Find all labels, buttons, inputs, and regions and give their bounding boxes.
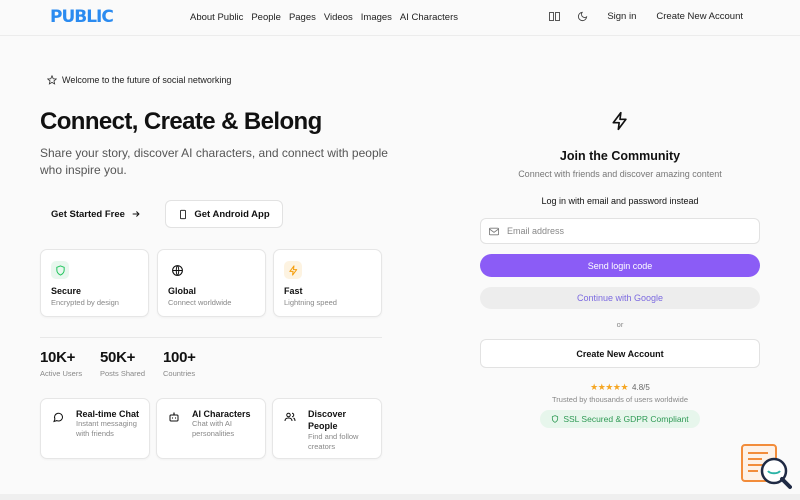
password-login-link[interactable]: Log in with email and password instead [480,196,760,206]
main-nav: About Public People Pages Videos Images … [190,12,458,23]
phone-icon [180,209,187,219]
logo-text: PUBLIC [50,7,114,27]
create-account-button[interactable]: Create New Account [480,339,760,368]
hero-subtitle: Share your story, discover AI characters… [40,146,388,177]
card-ai-characters[interactable]: AI Characters Chat with AI personalities [156,398,266,459]
nav-ai-characters[interactable]: AI Characters [400,12,458,23]
get-android-label: Get Android App [194,208,270,220]
moon-icon[interactable] [575,9,589,23]
feature-title: Secure [51,286,82,296]
rating-stars: ★★★★★ [590,382,629,392]
trusted-text: Trusted by thousands of users worldwide [551,395,689,404]
star-icon [47,75,57,85]
stat-value: 50K+ [100,349,136,366]
feature-card-global: Global Connect worldwide [157,249,266,317]
stat-posts-shared: 50K+ Posts Shared [100,349,145,378]
divider [40,337,382,338]
feature-title: Fast [284,286,303,296]
chat-icon [52,410,64,423]
stat-active-users: 10K+ Active Users [40,349,82,378]
globe-icon [168,261,186,279]
card-desc: Find and follow creators [308,432,359,451]
bolt-icon [284,261,302,279]
feature-desc: Connect worldwide [168,298,232,307]
stat-label: Active Users [40,369,83,378]
create-account-link[interactable]: Create New Account [656,11,743,22]
card-desc: Chat with AI personalities [192,419,235,438]
translate-icon[interactable] [547,9,561,23]
arrow-right-icon [132,211,140,217]
get-started-button[interactable]: Get Started Free [40,200,152,228]
feature-title: Global [168,286,197,296]
join-title: Join the Community [559,149,681,163]
feature-card-secure: Secure Encrypted by design [40,249,149,317]
nav-about-public[interactable]: About Public [190,12,243,23]
public-logo[interactable]: PUBLIC [50,7,114,27]
email-field[interactable] [480,218,760,244]
badge-text: SSL Secured & GDPR Compliant [563,414,689,424]
hero-title: Connect, Create & Belong [40,108,322,135]
top-header: PUBLIC About Public People Pages Videos … [0,0,800,36]
email-input[interactable] [507,226,747,236]
rating: ★★★★★ 4.8/5 [480,382,760,393]
continue-with-google-button[interactable]: Continue with Google [480,287,760,309]
stat-label: Countries [163,369,196,378]
card-realtime-chat[interactable]: Real-time Chat Instant messaging with fr… [40,398,150,459]
nav-people[interactable]: People [251,12,281,23]
feature-desc: Encrypted by design [51,298,119,307]
stat-label: Posts Shared [100,369,146,378]
welcome-text: Welcome to the future of social networki… [62,75,232,85]
card-discover-people[interactable]: Discover People Find and follow creators [272,398,382,459]
stat-value: 100+ [163,349,196,366]
send-login-code-button[interactable]: Send login code [480,254,760,277]
feature-card-fast: Fast Lightning speed [273,249,382,317]
nav-pages[interactable]: Pages [289,12,316,23]
shield-check-icon [552,415,559,423]
card-desc: Instant messaging with friends [76,419,137,438]
nav-images[interactable]: Images [361,12,392,23]
rating-value: 4.8/5 [632,383,650,392]
join-subtitle: Connect with friends and discover amazin… [518,169,722,179]
mail-icon [489,227,499,235]
stat-countries: 100+ Countries [163,349,196,378]
sign-in-link[interactable]: Sign in [607,11,636,22]
header-actions: Sign in Create New Account [547,9,743,23]
nav-videos[interactable]: Videos [324,12,353,23]
or-separator: or [616,320,624,329]
feature-desc: Lightning speed [284,298,337,307]
users-icon [284,410,296,422]
card-title: Discover People [308,409,347,431]
bolt-icon [610,111,630,131]
welcome-pill: Welcome to the future of social networki… [47,75,231,85]
footer-edge [0,494,800,500]
security-badge: SSL Secured & GDPR Compliant [540,410,700,428]
stat-value: 10K+ [40,349,76,366]
bot-icon [168,410,180,422]
shield-icon [51,261,69,279]
search-help-widget[interactable] [740,443,792,493]
get-android-app-button[interactable]: Get Android App [165,200,283,228]
get-started-label: Get Started Free [51,208,125,220]
